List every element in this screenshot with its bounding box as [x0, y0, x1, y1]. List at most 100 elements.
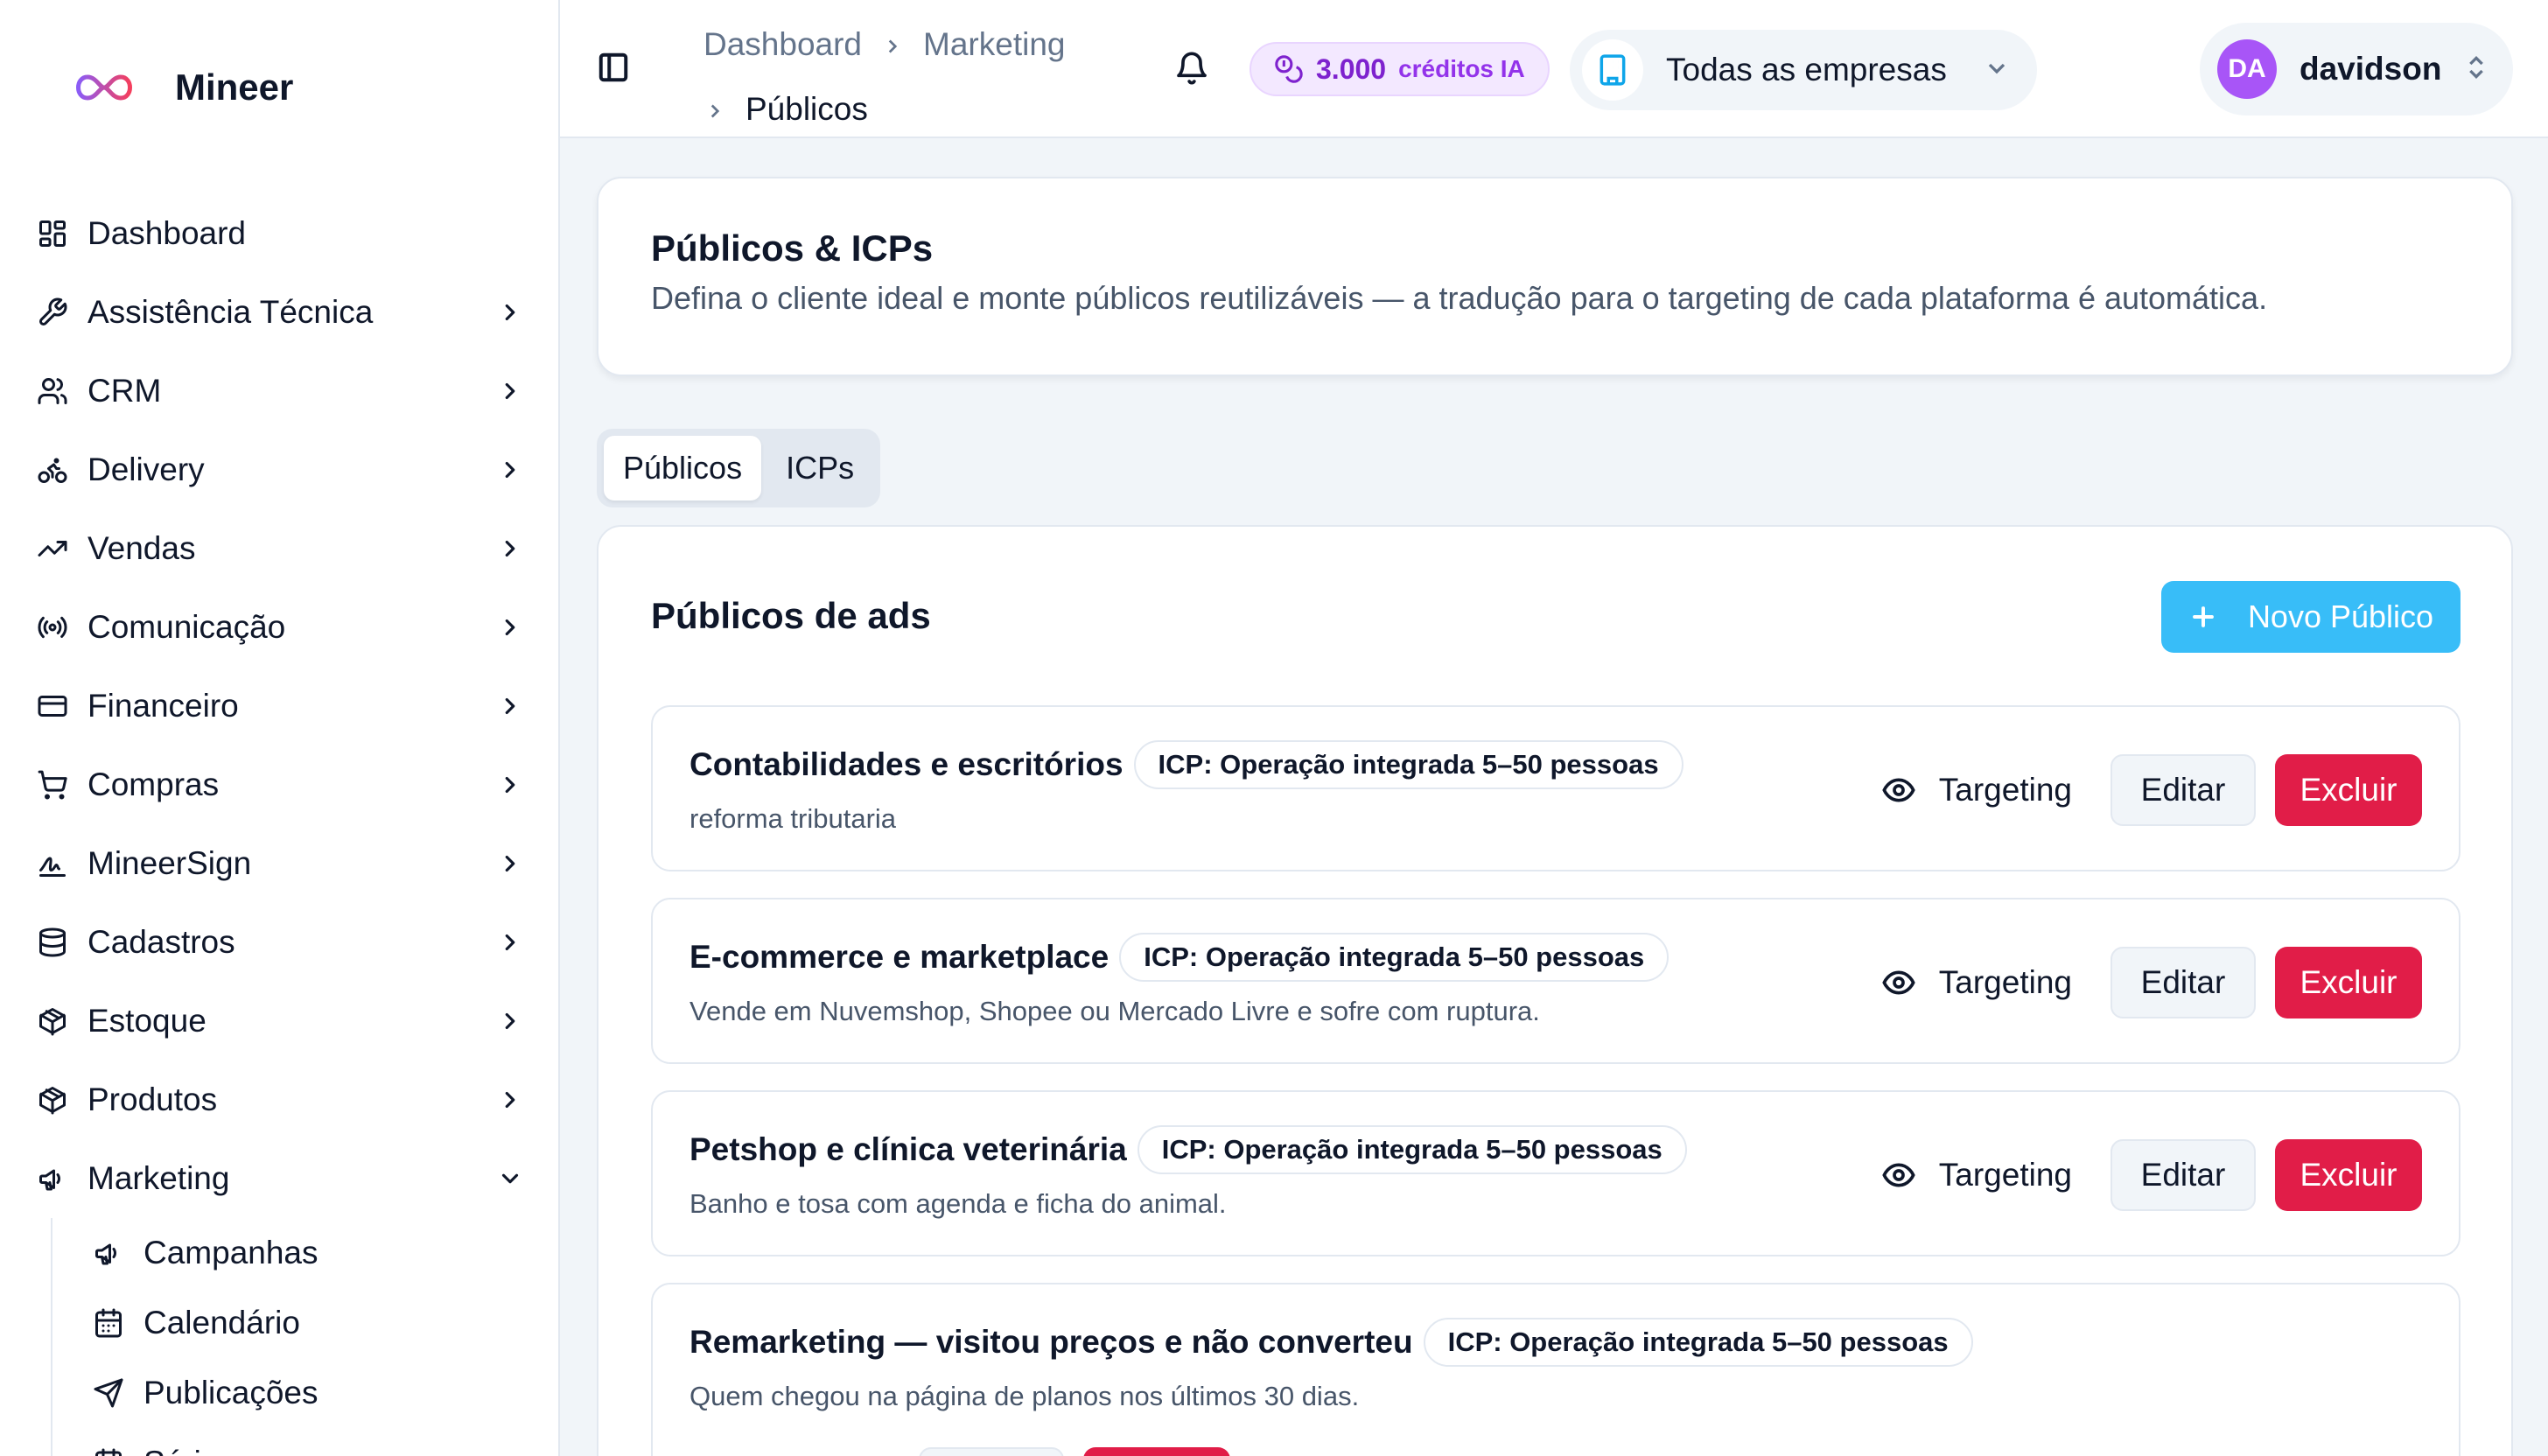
sidebar-toggle-button[interactable] [597, 51, 632, 86]
sidebar-item-label: Produtos [88, 1082, 218, 1117]
chevron-right-icon [495, 612, 525, 642]
breadcrumb-dashboard[interactable]: Dashboard [704, 26, 862, 62]
shopping-cart-icon [35, 767, 70, 802]
infinity-logo-icon [76, 74, 132, 101]
breadcrumb-current: Públicos [746, 91, 868, 127]
edit-button[interactable]: Editar [2110, 754, 2256, 826]
sidebar-item-dashboard[interactable]: Dashboard [0, 194, 558, 273]
package-icon [35, 1082, 70, 1117]
chevron-down-icon [495, 1164, 525, 1194]
trending-up-icon [35, 531, 70, 566]
sidebar-subitem-campanhas[interactable]: Campanhas [91, 1218, 558, 1288]
sidebar-item-comunicacao[interactable]: Comunicação [0, 588, 558, 667]
new-audience-button[interactable]: Novo Público [2161, 581, 2460, 653]
wrench-icon [35, 295, 70, 330]
sidebar-item-label: Compras [88, 766, 220, 802]
tabs: Públicos ICPs [597, 429, 881, 508]
audience-description: Banho e tosa com agenda e ficha do anima… [690, 1188, 1227, 1219]
bell-icon [1177, 52, 1207, 85]
delete-button[interactable]: Excluir [2275, 1139, 2422, 1211]
sidebar-item-label: Financeiro [88, 688, 239, 724]
sidebar-subitem-label: Calendário [144, 1305, 300, 1340]
delete-button[interactable]: Excluir [2275, 754, 2422, 826]
list-item: Remarketing — visitou preços e não conve… [651, 1283, 2460, 1456]
targeting-label: Targeting [1938, 772, 2072, 808]
sidebar-item-label: Comunicação [88, 609, 286, 645]
edit-button[interactable]: Editar [919, 1447, 1065, 1456]
sidebar-item-delivery[interactable]: Delivery [0, 430, 558, 509]
delete-button[interactable]: Excluir [1083, 1447, 1231, 1456]
edit-button[interactable]: Editar [2110, 1139, 2256, 1211]
marketing-subnav: Campanhas Calendário Publicações Séries [51, 1218, 558, 1456]
sidebar-item-label: Assistência Técnica [88, 294, 374, 330]
sidebar-subitem-label: Campanhas [144, 1235, 318, 1270]
chevron-right-icon [495, 534, 525, 564]
sidebar-subitem-label: Séries [144, 1445, 235, 1456]
chevron-right-icon [495, 298, 525, 327]
eye-icon [1882, 1163, 1915, 1187]
chevrons-up-down-icon [2462, 53, 2513, 86]
sidebar-item-assistencia-tecnica[interactable]: Assistência Técnica [0, 273, 558, 352]
chevron-right-icon [495, 376, 525, 406]
sidebar-item-produtos[interactable]: Produtos [0, 1060, 558, 1139]
users-icon [35, 374, 70, 409]
targeting-button[interactable]: Targeting [690, 1447, 900, 1456]
chevron-right-icon [495, 770, 525, 800]
eye-icon [1882, 970, 1915, 995]
breadcrumb-marketing[interactable]: Marketing [923, 26, 1065, 62]
icp-badge: ICP: Operação integrada 5–50 pessoas [1133, 740, 1684, 789]
signature-icon [35, 846, 70, 881]
brand[interactable]: Mineer [70, 61, 293, 114]
company-selector[interactable]: Todas as empresas [1570, 30, 2037, 110]
calendar-icon [91, 1306, 126, 1340]
targeting-button[interactable]: Targeting [1881, 754, 2091, 826]
user-menu[interactable]: DA davidson [2200, 23, 2513, 116]
plus-icon [2193, 606, 2214, 627]
sidebar-item-label: Delivery [88, 452, 205, 487]
audience-description: reforma tributaria [690, 803, 897, 834]
sidebar-item-mineersign[interactable]: MineerSign [0, 824, 558, 903]
sidebar-item-label: Vendas [88, 530, 196, 566]
calendar-range-icon [91, 1446, 126, 1456]
sidebar-item-compras[interactable]: Compras [0, 746, 558, 824]
sidebar-subitem-series[interactable]: Séries [91, 1428, 558, 1456]
company-selector-label: Todas as empresas [1666, 52, 1947, 88]
delete-button[interactable]: Excluir [2275, 947, 2422, 1018]
sidebar-item-label: Marketing [88, 1160, 230, 1196]
sidebar-item-cadastros[interactable]: Cadastros [0, 903, 558, 982]
sidebar: Mineer Dashboard Assistência Técnica CRM… [0, 0, 560, 1456]
database-icon [35, 925, 70, 960]
radio-icon [35, 610, 70, 645]
sidebar-subitem-publicacoes[interactable]: Publicações [91, 1358, 558, 1428]
audience-name: E-commerce e marketplace [690, 939, 1110, 975]
sidebar-subitem-calendario[interactable]: Calendário [91, 1288, 558, 1358]
icp-badge: ICP: Operação integrada 5–50 pessoas [1423, 1318, 1973, 1367]
edit-button[interactable]: Editar [2110, 947, 2256, 1018]
notifications-button[interactable] [1174, 51, 1213, 89]
list-item: Petshop e clínica veterinária ICP: Opera… [651, 1090, 2460, 1256]
sidebar-item-estoque[interactable]: Estoque [0, 982, 558, 1060]
sidebar-item-vendas[interactable]: Vendas [0, 509, 558, 588]
sidebar-item-label: CRM [88, 373, 162, 409]
targeting-button[interactable]: Targeting [1881, 947, 2091, 1018]
tab-publicos[interactable]: Públicos [604, 436, 762, 500]
icp-badge: ICP: Operação integrada 5–50 pessoas [1119, 933, 1670, 982]
topbar: Dashboard Marketing Públicos 3.000 crédito… [560, 0, 2548, 138]
audiences-card: Públicos de ads Novo Público Contabilida… [597, 525, 2513, 1456]
icp-badge: ICP: Operação integrada 5–50 pessoas [1137, 1125, 1687, 1174]
sidebar-item-marketing[interactable]: Marketing [0, 1139, 558, 1218]
tab-icps[interactable]: ICPs [766, 436, 873, 500]
panel-left-icon [598, 52, 628, 82]
list-item: Contabilidades e escritórios ICP: Operaç… [651, 705, 2460, 872]
list-item: E-commerce e marketplace ICP: Operação i… [651, 898, 2460, 1064]
audience-name: Remarketing — visitou preços e não conve… [690, 1324, 1413, 1360]
sidebar-item-crm[interactable]: CRM [0, 352, 558, 430]
sidebar-item-financeiro[interactable]: Financeiro [0, 667, 558, 746]
section-title: Públicos de ads [651, 595, 931, 636]
ai-credits-badge[interactable]: 3.000 créditos IA [1250, 42, 1550, 96]
chevron-right-icon [495, 928, 525, 957]
user-name: davidson [2300, 51, 2442, 87]
targeting-button[interactable]: Targeting [1881, 1139, 2091, 1211]
sidebar-item-label: Dashboard [88, 215, 247, 251]
audience-name: Petshop e clínica veterinária [690, 1131, 1127, 1167]
